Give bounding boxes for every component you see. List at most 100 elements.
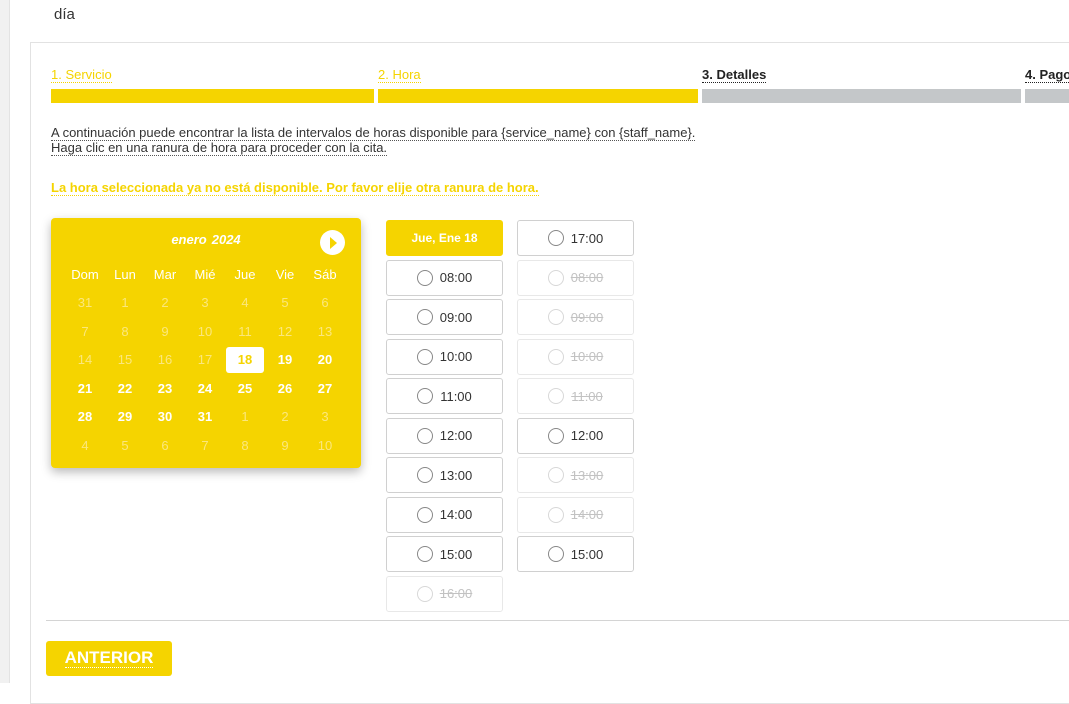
calendar-cell: 20 — [305, 352, 345, 367]
calendar-cell: 11 — [225, 324, 265, 339]
time-slot[interactable]: 10:00 — [386, 338, 503, 375]
calendar-day-disabled: 5 — [281, 295, 289, 311]
calendar-month: enero — [171, 232, 207, 247]
calendar-day-disabled: 31 — [77, 295, 93, 311]
calendar-day-disabled: 14 — [77, 352, 93, 368]
time-slot-label: 15:00 — [439, 546, 473, 562]
step-label: 3. Detalles — [702, 67, 767, 83]
calendar-day[interactable]: 20 — [305, 352, 345, 367]
calendar-day[interactable]: 24 — [185, 381, 225, 396]
calendar-day-disabled: 7 — [81, 323, 89, 339]
date-picker-calendar: enero 2024 Dom Lun Mar Mié Jue Vie Sáb 31 1 2 3 4 5 6… — [51, 218, 361, 468]
radio-icon — [416, 467, 433, 483]
booking-panel: 1. Servicio 2. Hora 3. Detalles 4. Pago … — [30, 42, 1069, 704]
calendar-day-disabled: 2 — [281, 409, 289, 425]
step-bar-pago — [1025, 89, 1069, 103]
calendar-week-row: 4 5 6 7 8 9 10 — [65, 431, 345, 460]
calendar-day[interactable]: 27 — [305, 381, 345, 396]
calendar-cell: 2 — [265, 409, 305, 424]
time-slot-label: 10:00 — [439, 349, 473, 364]
time-slot-unavailable: 13:00 — [517, 457, 634, 493]
calendar-day-disabled: 8 — [121, 323, 129, 339]
calendar-week-row: 31 1 2 3 4 5 6 — [65, 289, 345, 318]
step-pago: 4. Pago — [1025, 67, 1069, 83]
calendar-day-disabled: 3 — [201, 295, 209, 311]
time-slot[interactable]: 13:00 — [386, 457, 503, 493]
warning-text: La hora seleccionada ya no está disponib… — [51, 180, 539, 196]
step-hora[interactable]: 2. Hora — [378, 67, 421, 83]
calendar-week-row: 7 8 9 10 11 12 13 — [65, 317, 345, 346]
time-slot-unavailable: 14:00 — [517, 496, 634, 533]
calendar-cell: 14 — [65, 352, 105, 367]
time-slot[interactable]: 11:00 — [386, 378, 503, 414]
calendar-cell: 26 — [265, 381, 305, 396]
calendar-day[interactable]: 23 — [145, 381, 185, 396]
calendar-day[interactable]: 26 — [265, 381, 305, 396]
calendar-day-disabled: 10 — [317, 437, 333, 453]
calendar-cell: 7 — [185, 438, 225, 453]
calendar-cell: 17 — [185, 352, 225, 367]
calendar-day[interactable]: 22 — [105, 381, 145, 396]
calendar-cell: 12 — [265, 324, 305, 339]
radio-icon — [548, 388, 565, 404]
calendar-day-disabled: 4 — [81, 437, 89, 453]
time-slot[interactable]: 14:00 — [386, 496, 503, 533]
calendar-day[interactable]: 21 — [65, 381, 105, 396]
time-slot-label: 12:00 — [439, 428, 473, 443]
warning-message: La hora seleccionada ya no está disponib… — [51, 180, 539, 196]
radio-icon — [547, 269, 564, 286]
time-slot[interactable]: 09:00 — [386, 299, 503, 335]
calendar-day-disabled: 17 — [197, 352, 213, 368]
calendar-cell: 2 — [145, 295, 185, 310]
time-slot-unavailable: 16:00 — [386, 575, 503, 612]
info-line-2: Haga clic en una ranura de hora para pro… — [51, 140, 388, 156]
calendar-day-disabled: 16 — [157, 352, 173, 368]
step-label: 2. Hora — [378, 67, 421, 83]
calendar-cell: 3 — [305, 409, 345, 424]
calendar-day-disabled: 1 — [121, 295, 129, 311]
calendar-cell: 27 — [305, 381, 345, 396]
time-slot[interactable]: 08:00 — [386, 259, 503, 296]
calendar-day[interactable]: 19 — [265, 352, 305, 367]
radio-icon — [416, 348, 433, 365]
calendar-day-disabled: 12 — [277, 323, 293, 339]
calendar-day[interactable]: 31 — [185, 409, 225, 424]
calendar-day-disabled: 10 — [197, 323, 213, 339]
calendar-cell: 8 — [225, 438, 265, 453]
calendar-cell: 1 — [105, 295, 145, 310]
calendar-day-selected[interactable]: 18 — [226, 346, 264, 373]
calendar-cell: 9 — [145, 324, 185, 339]
calendar-cell: 19 — [265, 352, 305, 367]
weekday-label: Sáb — [313, 266, 337, 282]
previous-button[interactable]: ANTERIOR — [46, 641, 172, 676]
calendar-cell: 10 — [185, 324, 225, 339]
calendar-cell: 3 — [185, 295, 225, 310]
step-servicio[interactable]: 1. Servicio — [51, 67, 112, 83]
calendar-year: 2024 — [211, 232, 241, 247]
calendar-cell: 28 — [65, 409, 105, 424]
time-slot-label: 14:00 — [570, 507, 604, 522]
calendar-day[interactable]: 30 — [145, 409, 185, 424]
time-slot[interactable]: 15:00 — [386, 536, 503, 572]
time-slot[interactable]: 12:00 — [386, 417, 503, 454]
radio-icon — [547, 546, 564, 562]
next-month-button[interactable] — [320, 230, 345, 255]
time-slot-label: 09:00 — [570, 309, 604, 325]
time-slot-label: 17:00 — [570, 230, 604, 246]
calendar-day[interactable]: 25 — [225, 381, 265, 396]
calendar-day[interactable]: 29 — [105, 409, 145, 424]
calendar-day-disabled: 5 — [121, 437, 129, 453]
calendar-day-disabled: 6 — [321, 295, 329, 311]
time-slot[interactable]: 12:00 — [517, 417, 634, 454]
calendar-day[interactable]: 28 — [65, 409, 105, 424]
time-slot-unavailable: 08:00 — [517, 259, 634, 296]
time-slot-label: 14:00 — [439, 507, 473, 522]
calendar-day-disabled: 3 — [321, 409, 329, 425]
time-slot[interactable]: 17:00 — [517, 220, 634, 256]
calendar-grid: Dom Lun Mar Mié Jue Vie Sáb 31 1 2 3 4 5 6 7 8 9 10 11 12 1… — [65, 260, 345, 460]
calendar-cell: 4 — [225, 295, 265, 310]
radio-icon — [547, 506, 564, 523]
time-slot[interactable]: 15:00 — [517, 536, 634, 572]
calendar-cell: 30 — [145, 409, 185, 424]
calendar-cell: 31 — [185, 409, 225, 424]
